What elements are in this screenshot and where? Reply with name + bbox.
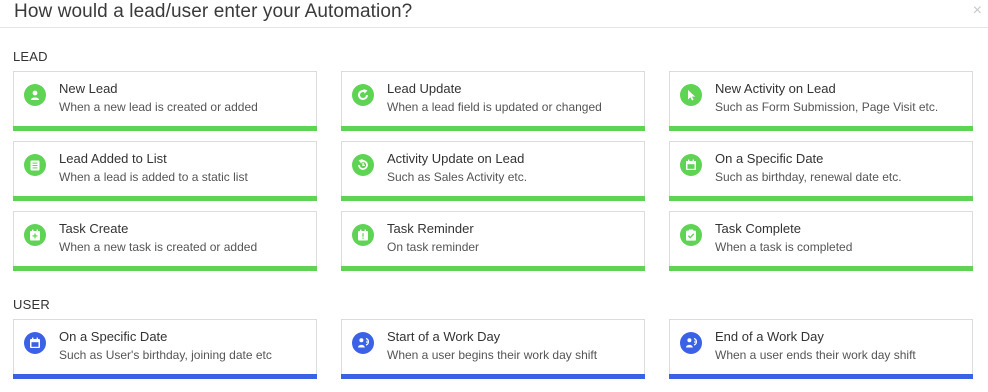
cursor-icon — [680, 84, 702, 106]
task-complete-icon — [680, 224, 702, 246]
card-description: Such as Form Submission, Page Visit etc. — [715, 100, 939, 114]
card-description: When a task is completed — [715, 240, 853, 254]
trigger-card-new-lead[interactable]: New Lead When a new lead is created or a… — [13, 71, 317, 131]
work-day-start-icon — [352, 332, 374, 354]
card-title: Task Reminder — [387, 221, 474, 236]
card-accent-bar — [341, 196, 645, 201]
user-icon — [24, 84, 46, 106]
card-title: New Activity on Lead — [715, 81, 836, 96]
section-label-lead: LEAD — [13, 49, 48, 64]
dialog-title: How would a lead/user enter your Automat… — [14, 1, 413, 22]
card-description: Such as User's birthday, joining date et… — [59, 348, 272, 362]
card-accent-bar — [341, 374, 645, 379]
trigger-card-lead-update[interactable]: Lead Update When a lead field is updated… — [341, 71, 645, 131]
card-title: End of a Work Day — [715, 329, 824, 344]
card-accent-bar — [669, 374, 973, 379]
card-accent-bar — [13, 196, 317, 201]
activity-refresh-icon — [352, 154, 374, 176]
work-day-end-icon — [680, 332, 702, 354]
card-description: When a user ends their work day shift — [715, 348, 916, 362]
card-description: When a lead field is updated or changed — [387, 100, 602, 114]
trigger-card-start-of-a-work-day[interactable]: Start of a Work Day When a user begins t… — [341, 319, 645, 379]
card-accent-bar — [13, 126, 317, 131]
task-reminder-icon — [352, 224, 374, 246]
card-accent-bar — [341, 126, 645, 131]
card-description: When a new lead is created or added — [59, 100, 258, 114]
card-title: Lead Update — [387, 81, 462, 96]
card-description: Such as Sales Activity etc. — [387, 170, 528, 184]
card-title: On a Specific Date — [59, 329, 168, 344]
refresh-icon — [352, 84, 374, 106]
card-accent-bar — [669, 126, 973, 131]
dialog-header: How would a lead/user enter your Automat… — [0, 0, 988, 28]
trigger-card-end-of-a-work-day[interactable]: End of a Work Day When a user ends their… — [669, 319, 973, 379]
trigger-card-new-activity-on-lead[interactable]: New Activity on Lead Such as Form Submis… — [669, 71, 973, 131]
calendar-icon — [680, 154, 702, 176]
card-description: On task reminder — [387, 240, 480, 254]
card-accent-bar — [13, 266, 317, 271]
card-accent-bar — [13, 374, 317, 379]
card-title: Task Complete — [715, 221, 801, 236]
card-title: Start of a Work Day — [387, 329, 501, 344]
trigger-card-task-create[interactable]: Task Create When a new task is created o… — [13, 211, 317, 271]
close-icon[interactable]: × — [973, 2, 982, 20]
section-label-user: USER — [13, 297, 50, 312]
card-description: Such as birthday, renewal date etc. — [715, 170, 902, 184]
trigger-card-on-a-specific-date-lead[interactable]: On a Specific Date Such as birthday, ren… — [669, 141, 973, 201]
card-description: When a lead is added to a static list — [59, 170, 248, 184]
task-add-icon — [24, 224, 46, 246]
card-title: New Lead — [59, 81, 118, 96]
card-title: Task Create — [59, 221, 129, 236]
card-accent-bar — [669, 266, 973, 271]
card-description: When a user begins their work day shift — [387, 348, 598, 362]
card-accent-bar — [341, 266, 645, 271]
list-icon — [24, 154, 46, 176]
card-title: On a Specific Date — [715, 151, 824, 166]
trigger-card-activity-update-on-lead[interactable]: Activity Update on Lead Such as Sales Ac… — [341, 141, 645, 201]
card-title: Lead Added to List — [59, 151, 167, 166]
trigger-card-on-a-specific-date-user[interactable]: On a Specific Date Such as User's birthd… — [13, 319, 317, 379]
trigger-card-task-complete[interactable]: Task Complete When a task is completed — [669, 211, 973, 271]
calendar-icon — [24, 332, 46, 354]
card-title: Activity Update on Lead — [387, 151, 525, 166]
trigger-card-task-reminder[interactable]: Task Reminder On task reminder — [341, 211, 645, 271]
trigger-card-lead-added-to-list[interactable]: Lead Added to List When a lead is added … — [13, 141, 317, 201]
card-description: When a new task is created or added — [59, 240, 258, 254]
card-accent-bar — [669, 196, 973, 201]
